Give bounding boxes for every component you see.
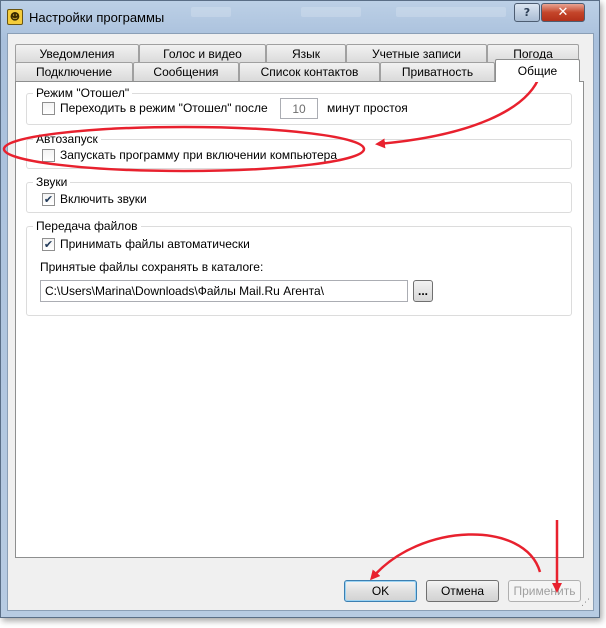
tab-connection[interactable]: Подключение [15,62,133,81]
away-mode-group-title: Режим "Отошел" [33,86,133,100]
file-transfer-group: Передача файлов ✔ Принимать файлы автома… [26,219,572,316]
tab-notifications[interactable]: Уведомления [15,44,139,63]
sounds-checkbox[interactable]: ✔ Включить звуки [42,192,147,206]
title-bar-reflection [396,7,506,17]
away-mode-checkbox[interactable]: Переходить в режим "Отошел" после [42,101,268,115]
checkbox-box[interactable] [42,101,55,115]
checkmark-icon[interactable]: ✔ [42,237,55,251]
tab-language[interactable]: Язык [266,44,346,63]
autostart-checkbox-label: Запускать программу при включении компью… [60,148,338,162]
window-title: Настройки программы [29,10,165,25]
checkmark-icon[interactable]: ✔ [42,192,55,206]
auto-accept-files-label: Принимать файлы автоматически [60,237,250,251]
cancel-button[interactable]: Отмена [426,580,499,602]
tab-privacy[interactable]: Приватность [380,62,495,81]
file-transfer-group-title: Передача файлов [33,219,141,233]
autostart-group-title: Автозапуск [33,132,101,146]
ok-button[interactable]: OK [344,580,417,602]
browse-folder-button[interactable]: ... [413,280,433,302]
close-button[interactable]: ✕ [541,3,585,22]
sounds-checkbox-label: Включить звуки [60,192,147,206]
tab-general[interactable]: Общие [495,59,580,82]
away-minutes-input[interactable]: 10 [280,98,318,119]
sounds-group: Звуки ✔ Включить звуки [26,175,572,213]
tab-messages[interactable]: Сообщения [133,62,239,81]
apply-button[interactable]: Применить [508,580,581,602]
auto-accept-files-checkbox[interactable]: ✔ Принимать файлы автоматически [42,237,250,251]
tab-voice-video[interactable]: Голос и видео [139,44,266,63]
title-bar-reflection [191,7,231,17]
app-icon: ☻ [7,9,23,25]
dialog-client-area: Уведомления Голос и видео Язык Учетные з… [7,33,594,611]
settings-window: ☻ Настройки программы ? ✕ Уведомления Го… [0,0,600,618]
resize-grip-icon[interactable]: ⋰ [581,598,590,608]
title-bar[interactable]: ☻ Настройки программы ? ✕ [1,1,599,33]
title-bar-reflection [301,7,361,17]
tab-contact-list[interactable]: Список контактов [239,62,380,81]
away-mode-group: Режим "Отошел" Переходить в режим "Отоше… [26,86,572,125]
autostart-checkbox[interactable]: Запускать программу при включении компью… [42,148,337,162]
away-mode-checkbox-label: Переходить в режим "Отошел" после [60,101,268,115]
checkbox-box[interactable] [42,148,55,162]
away-minutes-label: минут простоя [327,101,408,115]
download-folder-label: Принятые файлы сохранять в каталоге: [40,260,264,274]
help-button[interactable]: ? [514,3,540,22]
download-folder-input[interactable]: C:\Users\Marina\Downloads\Файлы Mail.Ru … [40,280,408,302]
tab-accounts[interactable]: Учетные записи [346,44,487,63]
general-tab-panel: Режим "Отошел" Переходить в режим "Отоше… [15,81,584,558]
sounds-group-title: Звуки [33,175,71,189]
autostart-group: Автозапуск Запускать программу при включ… [26,132,572,169]
